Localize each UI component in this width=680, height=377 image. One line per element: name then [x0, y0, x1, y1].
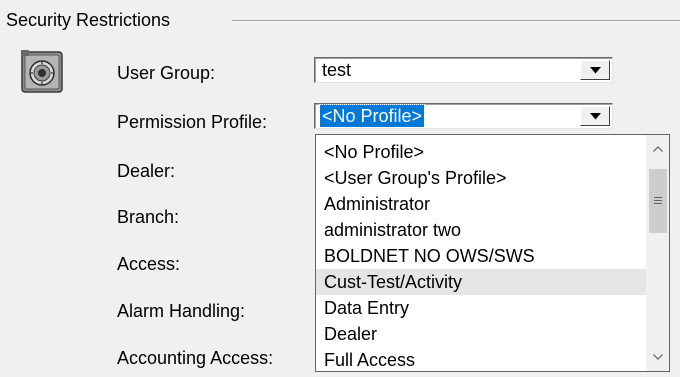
permission-profile-dropdown-button[interactable] — [580, 106, 610, 126]
user-group-dropdown-button[interactable] — [580, 60, 610, 80]
safe-icon — [19, 48, 65, 96]
scroll-up-button[interactable] — [647, 135, 669, 163]
chevron-down-icon — [590, 113, 601, 120]
permission-profile-select[interactable]: <No Profile> — [314, 103, 613, 129]
dropdown-option[interactable]: <No Profile> — [316, 139, 647, 165]
dropdown-option[interactable]: Dealer — [316, 321, 647, 347]
chevron-down-icon — [590, 67, 601, 74]
dropdown-option[interactable]: Full Access — [316, 347, 647, 371]
dropdown-option-hovered[interactable]: Cust-Test/Activity — [316, 269, 647, 295]
grip-line — [654, 203, 662, 204]
group-divider — [232, 20, 680, 22]
dropdown-option[interactable]: BOLDNET NO OWS/SWS — [316, 243, 647, 269]
dropdown-option[interactable]: <User Group's Profile> — [316, 165, 647, 191]
dropdown-option[interactable]: Data Entry — [316, 295, 647, 321]
grip-line — [654, 200, 662, 201]
access-label: Access: — [117, 254, 181, 274]
user-group-value: test — [322, 60, 352, 80]
branch-label: Branch: — [117, 207, 180, 227]
dropdown-scrollbar[interactable] — [646, 135, 669, 371]
scroll-down-button[interactable] — [647, 343, 669, 371]
grip-icon — [654, 197, 662, 198]
chevron-up-icon — [653, 146, 663, 152]
dropdown-option[interactable]: Administrator — [316, 191, 647, 217]
permission-profile-label: Permission Profile: — [117, 112, 268, 132]
dealer-label: Dealer: — [117, 161, 176, 181]
group-title: Security Restrictions — [6, 9, 175, 31]
accounting-access-label: Accounting Access: — [117, 348, 274, 368]
user-group-select[interactable]: test — [314, 57, 613, 83]
security-restrictions-panel: Security Restrictions User Group: Permis… — [0, 0, 680, 377]
permission-profile-dropdown-list[interactable]: <No Profile> <User Group's Profile> Admi… — [315, 134, 670, 372]
alarm-handling-label: Alarm Handling: — [117, 301, 246, 321]
dropdown-option[interactable]: administrator two — [316, 217, 647, 243]
permission-profile-value: <No Profile> — [318, 104, 426, 128]
scroll-thumb[interactable] — [649, 169, 667, 233]
chevron-down-icon — [653, 354, 663, 360]
user-group-label: User Group: — [117, 63, 216, 83]
